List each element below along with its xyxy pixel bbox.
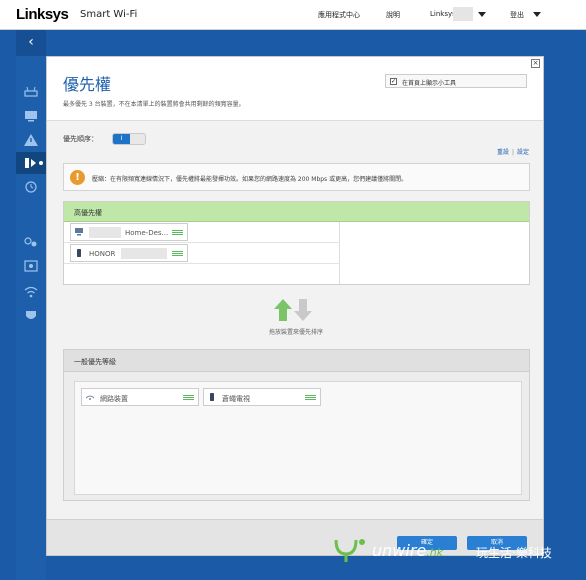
arrow-up-icon: [274, 299, 292, 321]
sidebar: ‹: [16, 30, 46, 580]
dialog-footer: 確定 取消: [47, 519, 543, 555]
connectivity-icon[interactable]: [24, 236, 38, 248]
drag-handle-icon[interactable]: [305, 395, 316, 400]
security-icon[interactable]: [24, 310, 38, 322]
high-priority-title: 高優先權: [74, 209, 102, 217]
show-widget-label: 在首頁上顯示小工具: [402, 80, 457, 87]
device-name: Home-Des...: [125, 229, 169, 237]
alert-icon: !: [70, 170, 85, 185]
action-links: 重設 | 設定: [497, 147, 529, 156]
device-card-honor[interactable]: HONOR: [70, 244, 188, 262]
arrow-down-icon: [294, 299, 312, 321]
normal-priority-panel: 一般優先等級 網路裝置 蒼蠅電視: [63, 349, 530, 501]
network-device-icon: [86, 395, 94, 400]
reset-link[interactable]: 重設: [497, 149, 509, 156]
device-card-home-desktop[interactable]: Home-Des...: [70, 223, 188, 241]
nav-account[interactable]: Linksys: [430, 10, 456, 18]
high-priority-slots: Home-Des... HONOR: [64, 222, 340, 284]
storage-icon[interactable]: [24, 260, 38, 272]
back-button[interactable]: ‹: [16, 30, 46, 56]
desktop-icon: [75, 228, 83, 236]
warning-banner: ! 壓縮：在有限頻寬連線情況下，優先權將最能發揮功效。如果您的網路速度為 200…: [63, 163, 530, 191]
priority-slot-1: Home-Des...: [64, 222, 340, 243]
device-name: HONOR: [89, 250, 116, 258]
watermark-brand-name: unwire: [372, 541, 427, 560]
phone-icon: [77, 249, 81, 257]
move-arrows: [273, 299, 313, 321]
drag-handle-icon[interactable]: [183, 395, 194, 400]
priority-slot-3: [64, 264, 340, 285]
prioritization-dialog: × 優先權 最多優先 3 台裝置，不在本清單上的裝置將會共用剩餘的頻寬容量。 ✓…: [46, 56, 544, 556]
page-description: 最多優先 3 台裝置，不在本清單上的裝置將會共用剩餘的頻寬容量。: [63, 101, 245, 108]
media-prioritization-icon: [24, 157, 38, 169]
product-name: Smart Wi-Fi: [80, 9, 138, 20]
drag-hint: 拖放裝置來優先排序: [268, 329, 323, 336]
warning-text: 壓縮：在有限頻寬連線情況下，優先權將最能發揮功效。如果您的網路速度為 200 M…: [92, 176, 408, 183]
nav-help[interactable]: 說明: [386, 10, 400, 20]
settings-link[interactable]: 設定: [517, 149, 529, 156]
close-icon[interactable]: ×: [531, 59, 540, 68]
sidebar-item-active[interactable]: [16, 152, 46, 174]
watermark-brand: unwire.hk: [372, 541, 443, 560]
unwire-logo: [334, 539, 365, 562]
drag-handle-icon[interactable]: [172, 230, 183, 235]
account-chevron-down-icon[interactable]: [478, 12, 486, 17]
show-widget-option[interactable]: ✓ 在首頁上顯示小工具: [385, 74, 527, 88]
nav-logout[interactable]: 登出: [510, 10, 524, 20]
priority-toggle[interactable]: I: [112, 133, 146, 145]
account-name-redacted: [453, 7, 473, 21]
watermark-slogan: 玩生活‧樂科技: [476, 546, 552, 560]
high-priority-header: 高優先權: [64, 202, 529, 222]
priority-order-label: 優先順序：: [63, 135, 98, 143]
clock-icon[interactable]: [24, 181, 38, 193]
link-separator: |: [511, 149, 514, 156]
normal-priority-header: 一般優先等級: [64, 350, 529, 372]
nav-app-center[interactable]: 應用程式中心: [318, 10, 360, 20]
high-priority-panel: 高優先權 Home-Des... HONOR: [63, 201, 530, 285]
phone-icon: [210, 393, 214, 401]
active-indicator-dot: [39, 161, 43, 165]
normal-priority-list: 網路裝置 蒼蠅電視: [74, 381, 522, 495]
linksys-logo: Linksys: [16, 6, 69, 23]
device-card-phone[interactable]: 蒼蠅電視: [203, 388, 321, 406]
priority-slot-2: HONOR: [64, 243, 340, 264]
show-widget-checkbox[interactable]: ✓: [390, 78, 397, 85]
device-name: 蒼蠅電視: [222, 395, 250, 403]
devices-icon[interactable]: [24, 110, 38, 122]
redacted-name: [89, 227, 121, 238]
device-name: 網路裝置: [100, 395, 128, 403]
watermark-domain: .hk: [426, 546, 444, 559]
logout-chevron-down-icon[interactable]: [533, 12, 541, 17]
normal-priority-title: 一般優先等級: [74, 358, 116, 366]
page-title: 優先權: [63, 75, 112, 94]
router-icon[interactable]: [24, 86, 38, 98]
redacted-name: [121, 248, 167, 259]
wireless-icon[interactable]: [24, 286, 38, 298]
drag-handle-icon[interactable]: [172, 251, 183, 256]
toggle-on-indicator: I: [113, 134, 130, 144]
warning-icon[interactable]: [24, 134, 38, 146]
top-bar: Linksys Smart Wi-Fi 應用程式中心 說明 Linksys 登出: [0, 0, 586, 30]
device-card-network-device[interactable]: 網路裝置: [81, 388, 199, 406]
dialog-header: × 優先權 最多優先 3 台裝置，不在本清單上的裝置將會共用剩餘的頻寬容量。 ✓…: [47, 57, 543, 121]
